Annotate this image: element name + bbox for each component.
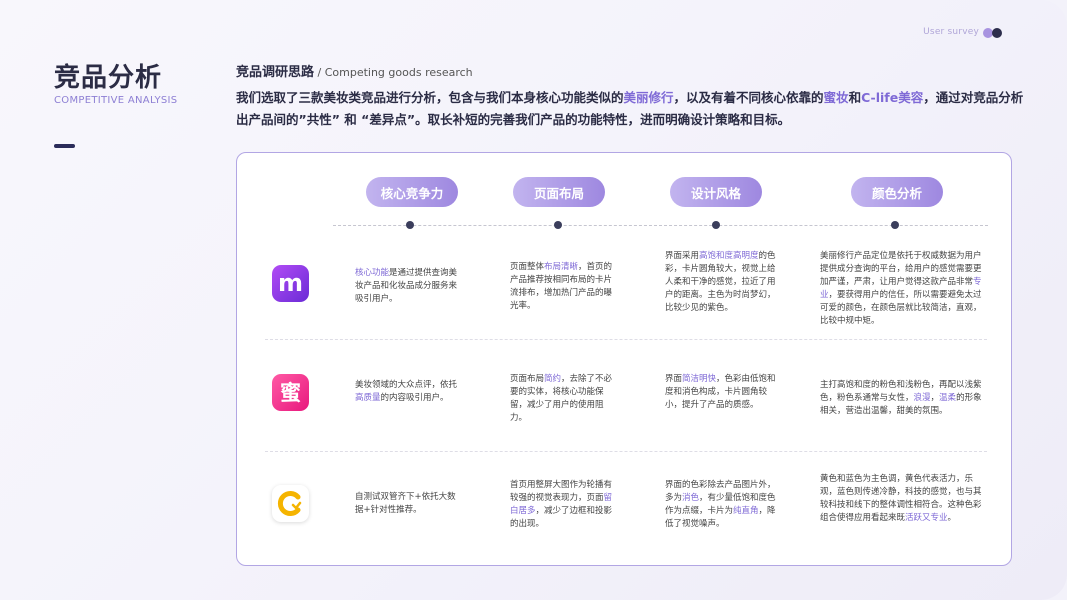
highlight-text: 活跃又专业 bbox=[905, 513, 948, 523]
highlight-text: 高饱和度高明度 bbox=[699, 251, 759, 261]
row-divider bbox=[265, 339, 987, 340]
row2-core: 美妆领域的大众点评，依托高质量的内容吸引用户。 bbox=[355, 379, 463, 405]
row1-core: 核心功能是通过提供查询美妆产品和化妆品成分服务来吸引用户。 bbox=[355, 267, 463, 306]
column-header-core: 核心竞争力 bbox=[366, 177, 458, 207]
timeline-line bbox=[333, 225, 988, 226]
intro-paragraph: 我们选取了三款美妆类竞品进行分析，包含与我们本身核心功能类似的美丽修行，以及有着… bbox=[236, 87, 1026, 131]
section-title-en: / Competing goods research bbox=[314, 66, 473, 79]
highlight-text: 蜜妆 bbox=[823, 90, 849, 105]
text-segment: 黄色和蓝色为主色调，黄色代表活力，乐观，蓝色则传递冷静，科技的感觉，也与其较科技… bbox=[820, 474, 982, 523]
dot-icon bbox=[992, 28, 1002, 38]
analysis-card: 核心竞争力 页面布局 设计风格 颜色分析 m 核心功能是通过提供查询美妆产品和化… bbox=[236, 152, 1012, 566]
section-heading: 竞品调研思路 / Competing goods research bbox=[236, 61, 473, 80]
nav-dots bbox=[983, 28, 1005, 38]
column-header-style: 设计风格 bbox=[670, 177, 762, 207]
text-segment: 。 bbox=[947, 513, 957, 523]
text-segment: ， bbox=[930, 393, 940, 403]
mizhuang-app-icon: 蜜 bbox=[272, 374, 309, 411]
row3-style: 界面的色彩除去产品图片外，多为消色，有少量低饱和度色作为点缀，卡片为纯直角，降低… bbox=[665, 479, 777, 531]
meili-xiuxing-app-icon: m bbox=[272, 265, 309, 302]
row3-color: 黄色和蓝色为主色调，黄色代表活力，乐观，蓝色则传递冷静，科技的感觉，也与其较科技… bbox=[820, 473, 982, 525]
row2-style: 界面简洁明快，色彩由低饱和度和消色构成，卡片圆角较小，提升了产品的质感。 bbox=[665, 373, 777, 412]
text-segment: 界面采用 bbox=[665, 251, 700, 261]
row2-color: 主打高饱和度的粉色和浅粉色，再配以浅紫色，粉色系通常与女性，浪漫，温柔的形象相关… bbox=[820, 379, 982, 418]
highlight-text: 纯直角 bbox=[733, 506, 759, 516]
section-title: 竞品调研思路 bbox=[236, 65, 315, 80]
column-header-color: 颜色分析 bbox=[851, 177, 943, 207]
title-accent-bar bbox=[54, 144, 75, 148]
row3-layout: 首页用整屏大图作为轮播有较强的视觉表现力，页面留白居多，减少了边框和投影的出现。 bbox=[510, 479, 616, 531]
row3-core: 自测试双管齐下+依托大数据+针对性推荐。 bbox=[355, 491, 463, 517]
highlight-text: C-life美容 bbox=[861, 90, 924, 105]
row-divider bbox=[265, 451, 987, 452]
text-segment: 自测试双管齐下+依托大数据+针对性推荐。 bbox=[355, 492, 456, 515]
text-segment: ，以及有着不同核心依靠的 bbox=[673, 90, 824, 105]
highlight-text: 消色 bbox=[682, 493, 700, 503]
timeline-dot bbox=[406, 221, 414, 229]
svg-text:蜜: 蜜 bbox=[280, 381, 301, 405]
highlight-text: 浪漫 bbox=[913, 393, 931, 403]
page-subtitle: COMPETITIVE ANALYSIS bbox=[54, 95, 178, 106]
text-segment: 界面 bbox=[665, 374, 683, 384]
highlight-text: 布局清晰 bbox=[544, 262, 579, 272]
text-segment: 美丽修行产品定位是依托于权威数据为用户提供成分查询的平台，给用户的感觉需要更加严… bbox=[820, 251, 982, 287]
text-segment: 我们选取了三款美妆类竞品进行分析，包含与我们本身核心功能类似的 bbox=[236, 90, 624, 105]
row1-layout: 页面整体布局清晰，首页的产品推荐按相同布局的卡片流排布，增加热门产品的曝光率。 bbox=[510, 261, 616, 313]
row1-color: 美丽修行产品定位是依托于权威数据为用户提供成分查询的平台，给用户的感觉需要更加严… bbox=[820, 250, 982, 328]
highlight-text: 简洁明快 bbox=[682, 374, 717, 384]
text-segment: 的内容吸引用户。 bbox=[380, 393, 449, 403]
highlight-text: 核心功能 bbox=[355, 268, 390, 278]
row2-layout: 页面布局简约，去除了不必要的实体，将核心功能保留，减少了用户的使用阻力。 bbox=[510, 373, 616, 425]
page-title: 竞品分析 bbox=[54, 63, 163, 93]
column-header-layout: 页面布局 bbox=[513, 177, 605, 207]
text-segment: 和 bbox=[848, 90, 862, 105]
slide: User survey 竞品分析 COMPETITIVE ANALYSIS 竞品… bbox=[0, 0, 1067, 600]
highlight-text: 简约 bbox=[544, 374, 562, 384]
user-survey-label: User survey bbox=[923, 27, 979, 37]
text-segment: 美妆领域的大众点评，依托 bbox=[355, 380, 458, 390]
row1-style: 界面采用高饱和度高明度的色彩，卡片圆角较大，视觉上给人柔和干净的感觉，拉近了用户… bbox=[665, 250, 777, 315]
timeline-dot bbox=[712, 221, 720, 229]
highlight-text: 高质量 bbox=[355, 393, 381, 403]
text-segment: 页面布局 bbox=[510, 374, 545, 384]
highlight-text: 温柔 bbox=[939, 393, 957, 403]
clife-beauty-app-icon bbox=[272, 485, 309, 522]
timeline-dot bbox=[554, 221, 562, 229]
text-segment: 页面整体 bbox=[510, 262, 545, 272]
highlight-text: 美丽修行 bbox=[623, 90, 674, 105]
timeline-dot bbox=[891, 221, 899, 229]
text-segment: ，要获得用户的信任，所以需要避免太过可爱的颜色，在颜色层就比较简洁，直观，比较中… bbox=[820, 290, 982, 326]
text-segment: 首页用整屏大图作为轮播有较强的视觉表现力，页面 bbox=[510, 480, 613, 503]
svg-text:m: m bbox=[278, 269, 303, 297]
